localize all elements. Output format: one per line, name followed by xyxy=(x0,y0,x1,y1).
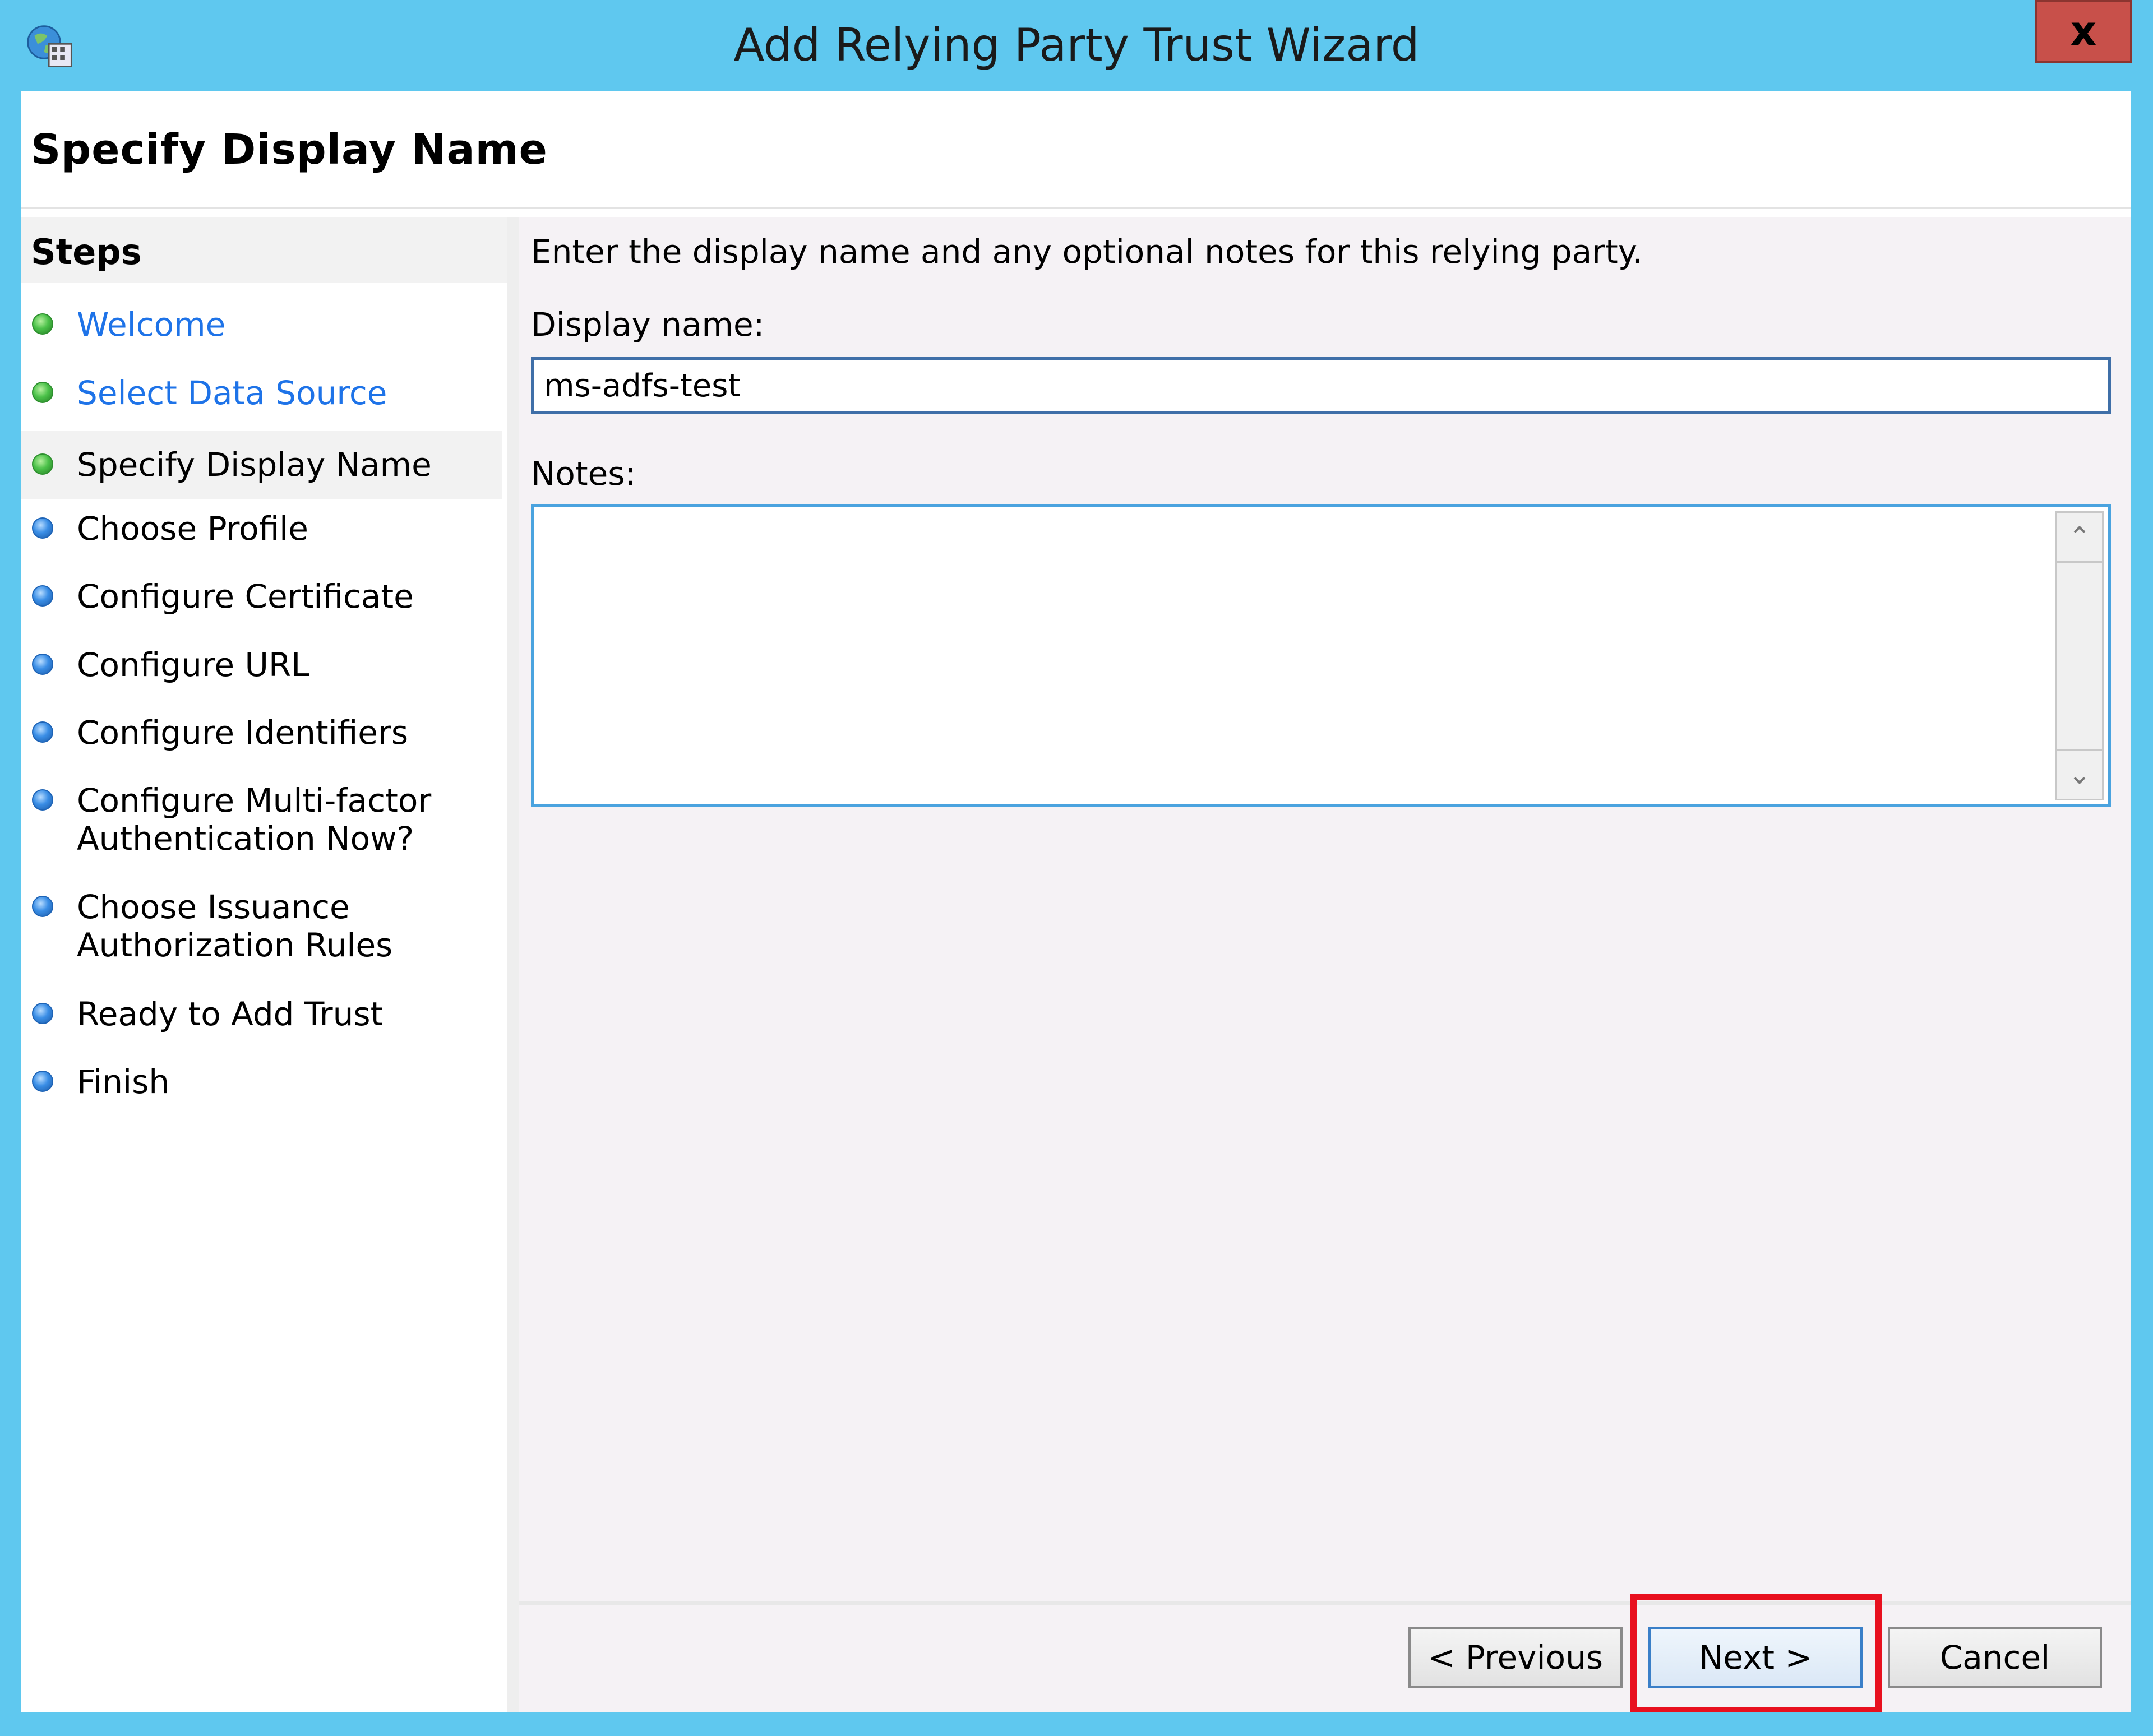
display-name-input[interactable] xyxy=(531,357,2111,414)
step-label: Welcome xyxy=(77,305,226,344)
step-pending-icon xyxy=(32,654,53,675)
step-configure-certificate: Configure Certificate xyxy=(21,573,502,620)
step-complete-icon xyxy=(32,313,53,335)
step-ready-to-add-trust: Ready to Add Trust xyxy=(21,990,502,1038)
step-welcome[interactable]: Welcome xyxy=(21,301,502,348)
step-label: Ready to Add Trust xyxy=(77,995,384,1033)
step-pending-icon xyxy=(32,1003,53,1024)
step-pending-icon xyxy=(32,1071,53,1092)
step-pending-icon xyxy=(32,585,53,607)
wizard-content: Steps Welcome Select Data Source Specify… xyxy=(21,209,2131,1714)
step-complete-icon xyxy=(32,453,53,475)
step-pending-icon xyxy=(32,896,53,917)
step-select-data-source[interactable]: Select Data Source xyxy=(21,369,502,416)
next-button[interactable]: Next > xyxy=(1648,1627,1863,1688)
title-bar: Add Relying Party Trust Wizard x xyxy=(0,0,2153,91)
step-choose-profile: Choose Profile xyxy=(21,505,502,552)
step-choose-issuance-rules: Choose Issuance Authorization Rules xyxy=(21,883,502,967)
notes-field[interactable]: ⌃ ⌄ xyxy=(531,504,2111,807)
wizard-header: Specify Display Name xyxy=(21,91,2131,209)
notes-scrollbar[interactable]: ⌃ ⌄ xyxy=(2055,511,2104,800)
step-label: Configure Identifiers xyxy=(77,714,409,752)
steps-heading-label: Steps xyxy=(31,232,142,272)
main-panel: Enter the display name and any optional … xyxy=(519,217,2131,1714)
step-label: Choose Profile xyxy=(77,510,308,548)
step-configure-mfa: Configure Multi-factor Authentication No… xyxy=(21,777,502,861)
display-name-label: Display name: xyxy=(531,305,765,344)
step-label: Select Data Source xyxy=(77,374,387,412)
close-button[interactable]: x xyxy=(2035,0,2132,63)
step-label: Specify Display Name xyxy=(77,446,432,484)
window-bottom-border xyxy=(0,1712,2153,1736)
step-label: Configure URL xyxy=(77,646,309,684)
step-label-line1: Configure Multi-factor xyxy=(77,781,432,820)
wizard-window: Add Relying Party Trust Wizard x Specify… xyxy=(0,0,2153,1736)
cancel-button[interactable]: Cancel xyxy=(1888,1627,2102,1688)
step-label: Finish xyxy=(77,1063,170,1101)
notes-label: Notes: xyxy=(531,455,636,493)
step-configure-url: Configure URL xyxy=(21,641,502,688)
sidebar-divider xyxy=(507,217,519,1712)
step-complete-icon xyxy=(32,382,53,403)
step-configure-identifiers: Configure Identifiers xyxy=(21,709,502,756)
scroll-up-icon[interactable]: ⌃ xyxy=(2057,513,2102,563)
steps-sidebar: Steps Welcome Select Data Source Specify… xyxy=(21,217,507,1712)
window-title: Add Relying Party Trust Wizard xyxy=(733,19,1420,71)
step-label-line2: Authorization Rules xyxy=(77,926,393,964)
footer-separator xyxy=(519,1601,2131,1605)
step-label: Configure Certificate xyxy=(77,577,414,615)
notes-textarea[interactable] xyxy=(534,507,2057,806)
step-pending-icon xyxy=(32,721,53,743)
steps-heading: Steps xyxy=(21,217,507,283)
previous-button[interactable]: < Previous xyxy=(1408,1627,1623,1688)
page-title: Specify Display Name xyxy=(31,126,548,174)
step-pending-icon xyxy=(32,517,53,539)
step-specify-display-name: Specify Display Name xyxy=(21,431,502,499)
intro-text: Enter the display name and any optional … xyxy=(531,233,1643,271)
step-label-line1: Choose Issuance xyxy=(77,888,350,926)
step-finish: Finish xyxy=(21,1058,502,1105)
step-label-line2: Authentication Now? xyxy=(77,820,414,858)
step-pending-icon xyxy=(32,789,53,811)
scroll-down-icon[interactable]: ⌄ xyxy=(2057,749,2102,799)
